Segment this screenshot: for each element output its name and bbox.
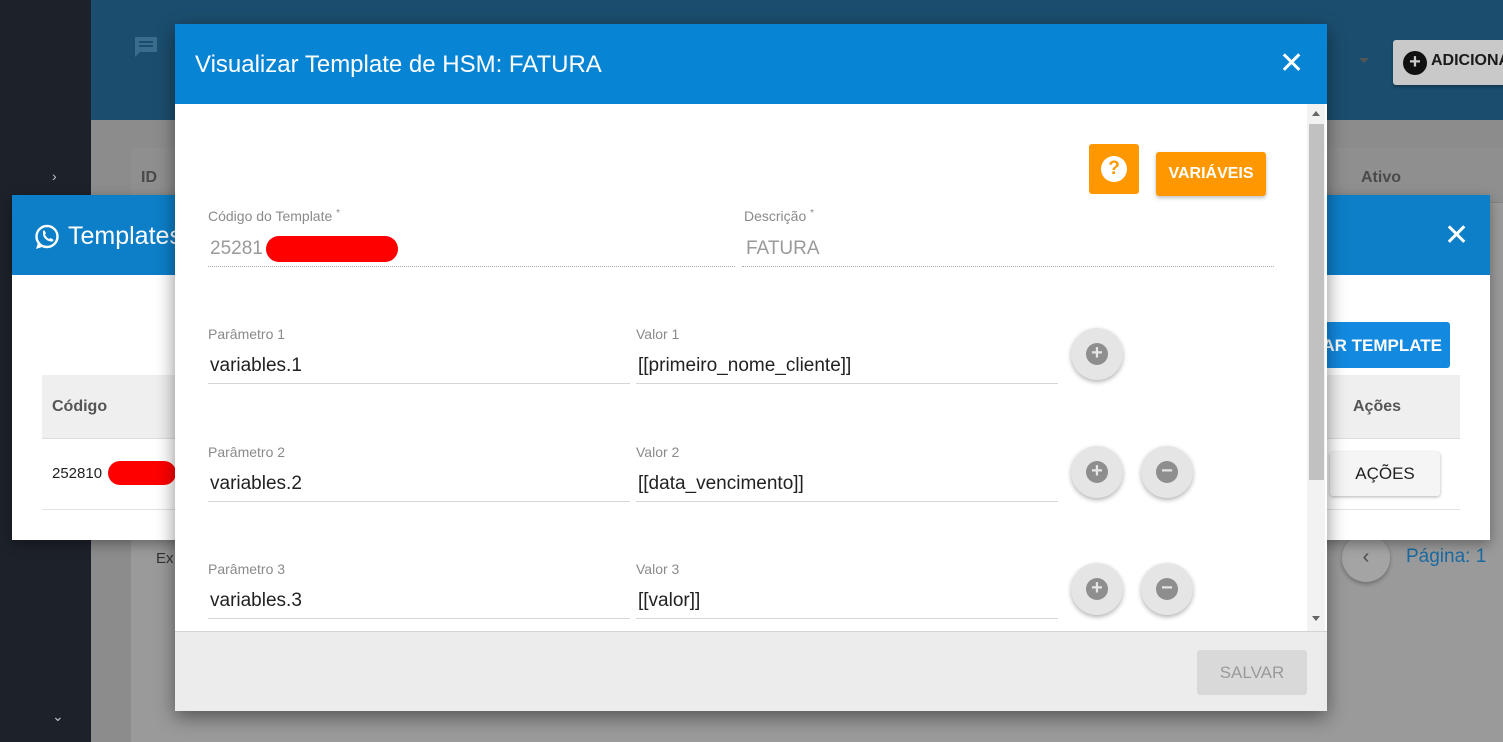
add-button[interactable]: + ADICIONAR bbox=[1393, 40, 1503, 85]
valor-field[interactable]: [[data_vencimento]] bbox=[638, 473, 804, 495]
valor-label: Valor 1 bbox=[636, 326, 680, 342]
modal-scrollbar[interactable] bbox=[1307, 104, 1325, 631]
valor-underline bbox=[636, 383, 1058, 384]
valor-underline bbox=[636, 501, 1058, 502]
param-underline bbox=[208, 501, 630, 502]
param-field[interactable]: variables.3 bbox=[210, 590, 302, 612]
chevron-right-icon[interactable]: › bbox=[52, 168, 57, 184]
scroll-up-icon[interactable] bbox=[1312, 111, 1320, 116]
help-icon: ? bbox=[1101, 156, 1127, 182]
descricao-field[interactable]: FATURA bbox=[746, 238, 820, 260]
dropdown-caret-icon[interactable] bbox=[1359, 58, 1369, 63]
column-codigo: Código bbox=[52, 398, 108, 415]
param-label: Parâmetro 1 bbox=[208, 326, 286, 342]
footer-text: Ex bbox=[156, 550, 174, 567]
chevron-left-icon: ‹ bbox=[1362, 546, 1370, 568]
valor-label: Valor 2 bbox=[636, 444, 680, 460]
plus-icon: + bbox=[1086, 578, 1108, 600]
variables-button[interactable]: VARIÁVEIS bbox=[1156, 152, 1266, 196]
scrollbar-thumb[interactable] bbox=[1309, 124, 1324, 480]
save-button[interactable]: SALVAR bbox=[1197, 650, 1307, 695]
close-icon[interactable]: ✕ bbox=[1279, 49, 1304, 79]
acoes-button[interactable]: AÇÕES bbox=[1330, 452, 1440, 496]
add-parameter-button[interactable]: + bbox=[1071, 446, 1123, 498]
prev-page-button[interactable]: ‹ bbox=[1342, 534, 1390, 582]
plus-icon: + bbox=[1086, 343, 1108, 365]
codigo-label: Código do Template * bbox=[208, 208, 341, 224]
codigo-field[interactable]: 25281 bbox=[210, 238, 263, 260]
add-parameter-button[interactable]: + bbox=[1071, 563, 1123, 615]
help-button[interactable]: ? bbox=[1089, 144, 1139, 194]
chevron-down-icon[interactable]: ⌄ bbox=[52, 708, 64, 725]
template-code-cell: 252810 bbox=[52, 465, 103, 482]
param-field[interactable]: variables.1 bbox=[210, 355, 302, 377]
templates-dialog-title: Templates bbox=[68, 222, 182, 250]
add-template-button[interactable]: AR TEMPLATE bbox=[1312, 322, 1450, 368]
param-label: Parâmetro 2 bbox=[208, 444, 286, 460]
column-acoes: Ações bbox=[1353, 398, 1402, 415]
column-id: ID bbox=[141, 169, 157, 186]
param-underline bbox=[208, 383, 630, 384]
view-template-modal: Visualizar Template de HSM: FATURA ✕ ? V… bbox=[175, 24, 1327, 711]
valor-field[interactable]: [[valor]] bbox=[638, 590, 700, 612]
remove-parameter-button[interactable]: − bbox=[1141, 446, 1193, 498]
page-indicator: Página: 1 bbox=[1406, 546, 1487, 567]
valor-underline bbox=[636, 618, 1058, 619]
descricao-label: Descrição * bbox=[744, 208, 815, 224]
modal-header: Visualizar Template de HSM: FATURA ✕ bbox=[175, 24, 1327, 104]
modal-body: ? VARIÁVEIS Código do Template * 25281 D… bbox=[175, 104, 1327, 631]
plus-icon: + bbox=[1086, 461, 1108, 483]
whatsapp-icon bbox=[35, 224, 59, 249]
param-field[interactable]: variables.2 bbox=[210, 473, 302, 495]
column-ativo: Ativo bbox=[1361, 169, 1401, 186]
minus-icon: − bbox=[1156, 578, 1178, 600]
chat-icon bbox=[135, 37, 157, 57]
plus-circle-icon: + bbox=[1403, 51, 1427, 75]
modal-title: Visualizar Template de HSM: FATURA bbox=[195, 51, 602, 78]
param-label: Parâmetro 3 bbox=[208, 561, 286, 577]
add-button-label: ADICIONAR bbox=[1431, 52, 1503, 69]
codigo-underline bbox=[208, 266, 735, 267]
valor-label: Valor 3 bbox=[636, 561, 680, 577]
valor-field[interactable]: [[primeiro_nome_cliente]] bbox=[638, 355, 851, 377]
redaction-mark bbox=[266, 236, 398, 262]
descricao-underline bbox=[742, 266, 1274, 267]
minus-icon: − bbox=[1156, 461, 1178, 483]
param-underline bbox=[208, 618, 630, 619]
modal-footer: SALVAR bbox=[175, 631, 1327, 711]
remove-parameter-button[interactable]: − bbox=[1141, 563, 1193, 615]
scroll-down-icon[interactable] bbox=[1312, 616, 1320, 621]
close-icon[interactable]: ✕ bbox=[1444, 221, 1469, 251]
redaction-mark bbox=[108, 461, 176, 485]
add-parameter-button[interactable]: + bbox=[1071, 328, 1123, 380]
